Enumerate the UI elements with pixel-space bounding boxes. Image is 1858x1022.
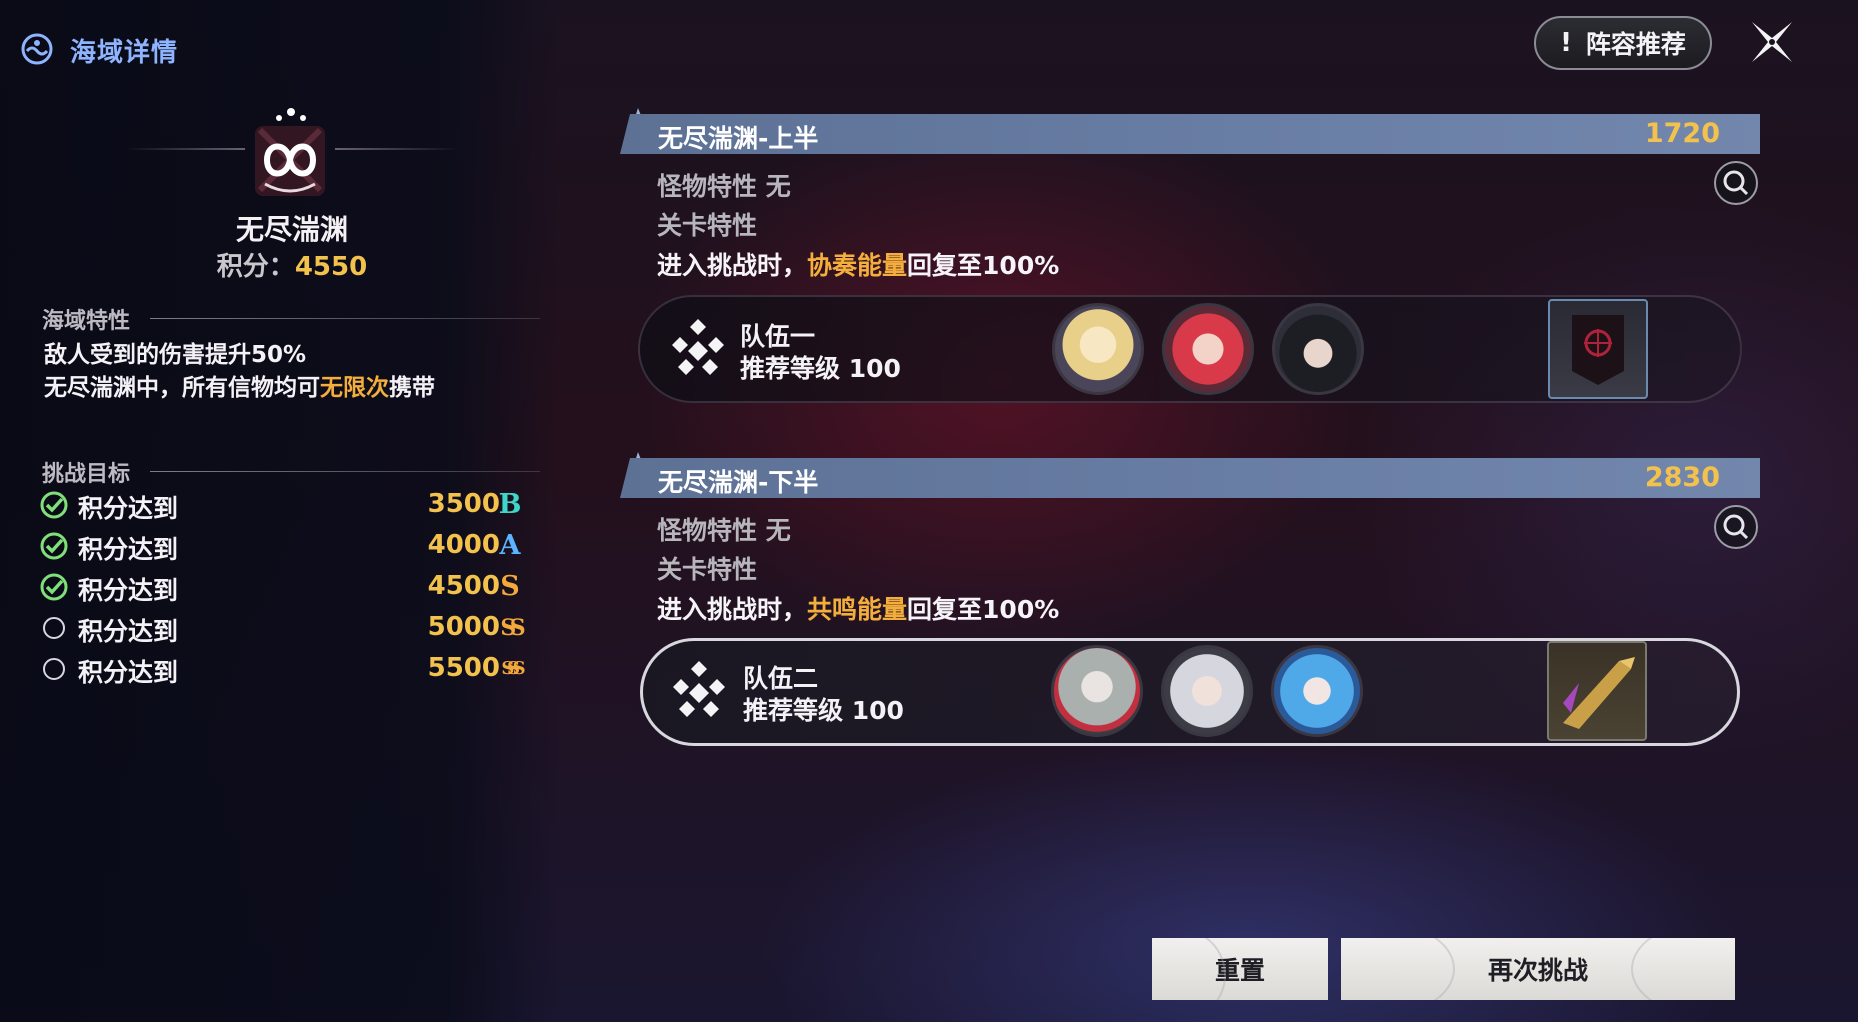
goal-value: 4000 (427, 530, 500, 560)
goals-divider (150, 471, 540, 472)
goal-row: 积分达到 3500 B (40, 487, 521, 523)
close-x-icon[interactable] (1748, 18, 1796, 66)
button-ornament (1631, 938, 1735, 1000)
stage-effect: 进入挑战时，共鸣能量回复至100% (657, 590, 1059, 626)
monster-trait-value: 无 (765, 516, 791, 545)
stage-name: 无尽湍渊-下半 (658, 468, 819, 497)
sea-traits-title: 海域特性 (42, 309, 131, 334)
team-name: 队伍二 (743, 664, 819, 693)
monster-trait-label: 怪物特性 (657, 172, 758, 201)
score-label: 积分： (216, 252, 295, 282)
monster-trait-row: 怪物特性 无 (657, 167, 791, 203)
silver-hair-avatar[interactable] (1161, 645, 1253, 737)
grade-s-icon: S (500, 571, 520, 602)
stage-score: 2830 (1644, 462, 1720, 493)
score-value: 4550 (294, 252, 368, 282)
stage-effect-highlight: 共鸣能量 (807, 595, 908, 624)
monster-trait-value: 无 (765, 172, 791, 201)
grade-ss-icon: SS (500, 615, 525, 641)
goal-row: 积分达到 4000 A (40, 528, 520, 564)
goal-row: 积分达到 5500 SSS (40, 651, 526, 687)
team-one-card[interactable]: 队伍一 推荐等级 100 (638, 295, 1742, 403)
check-circle-icon (40, 573, 68, 601)
empty-circle-icon (43, 617, 65, 639)
stage-name: 无尽湍渊-上半 (658, 124, 819, 153)
check-circle-icon (40, 491, 68, 519)
stage-effect-start: 进入挑战时， (657, 595, 808, 624)
stage-effect-highlight: 协奏能量 (807, 251, 908, 280)
sea-traits-divider (150, 318, 540, 319)
check-circle-icon (40, 532, 68, 560)
stage-trait-label: 关卡特性 (657, 211, 758, 240)
retry-label: 再次挑战 (1487, 956, 1588, 985)
team-two-card[interactable]: 队伍二 推荐等级 100 (640, 638, 1740, 746)
goal-row: 积分达到 4500 S (40, 569, 520, 605)
goal-value: 4500 (427, 571, 500, 601)
grade-a-icon: A (499, 530, 521, 561)
sea-trait-line-1: 敌人受到的伤害提升50% (44, 342, 307, 368)
infinity-anchor-emblem-icon (225, 102, 355, 202)
sea-region-icon (20, 32, 54, 66)
stage-effect-start: 进入挑战时， (657, 251, 808, 280)
grade-b-icon: B (498, 489, 522, 520)
grey-hair-avatar[interactable] (1051, 645, 1143, 737)
page-title: 海域详情 (70, 38, 179, 68)
formation-recommend-label: 阵容推荐 (1585, 30, 1686, 59)
button-ornament (1152, 938, 1226, 1000)
formation-recommend-button[interactable]: ! 阵容推荐 (1534, 16, 1712, 70)
grade-sss-icon: SSS (501, 658, 525, 679)
magnifier-icon[interactable] (1714, 161, 1758, 205)
abyss-name: 无尽湍渊 (235, 213, 348, 246)
goal-label: 积分达到 (78, 658, 179, 687)
stage-header-upper: 无尽湍渊-上半 1720 (620, 114, 1760, 154)
goal-label: 积分达到 (78, 617, 179, 646)
stage-effect-end: 回复至100% (907, 595, 1060, 624)
goal-value: 3500 (427, 489, 500, 519)
stage-trait-label: 关卡特性 (657, 555, 758, 584)
sea-trait-line-2-start: 无尽湍渊中，所有信物均可 (44, 375, 320, 401)
blue-hair-avatar[interactable] (1271, 645, 1363, 737)
blonde-flower-crown-avatar[interactable] (1052, 303, 1144, 395)
exclamation-icon: ! (1560, 28, 1572, 58)
sea-trait-line-2: 无尽湍渊中，所有信物均可无限次携带 (44, 368, 435, 402)
goal-label: 积分达到 (78, 576, 179, 605)
button-ornament (1341, 938, 1455, 1000)
golden-horn-relic-icon[interactable] (1547, 641, 1647, 741)
goal-value: 5000 (427, 612, 500, 642)
goal-label: 积分达到 (78, 535, 179, 564)
team-level: 推荐等级 100 (743, 696, 904, 725)
magnifier-icon[interactable] (1714, 505, 1758, 549)
team-name: 队伍一 (740, 322, 816, 351)
goal-label: 积分达到 (78, 494, 179, 523)
stage-effect-end: 回复至100% (907, 251, 1060, 280)
stage-effect: 进入挑战时，协奏能量回复至100% (657, 246, 1059, 282)
monster-trait-label: 怪物特性 (657, 516, 758, 545)
goal-value: 5500 (427, 653, 500, 683)
team-diamond-icon (666, 317, 730, 381)
team-level: 推荐等级 100 (740, 354, 901, 383)
dark-banner-relic-icon[interactable] (1548, 299, 1648, 399)
team-diamond-icon (667, 659, 731, 723)
total-score: 积分：4550 (0, 246, 584, 283)
sea-trait-line-2-end: 携带 (389, 375, 435, 401)
reset-button[interactable]: 重置 (1152, 938, 1328, 1000)
stage-score: 1720 (1644, 118, 1720, 149)
goal-row: 积分达到 5000 SS (40, 610, 526, 646)
goals-title: 挑战目标 (42, 462, 131, 487)
stage-header-lower: 无尽湍渊-下半 2830 (620, 458, 1760, 498)
sea-trait-highlight: 无限次 (320, 375, 389, 401)
empty-circle-icon (43, 658, 65, 680)
retry-challenge-button[interactable]: 再次挑战 (1341, 938, 1735, 1000)
monster-trait-row: 怪物特性 无 (657, 511, 791, 547)
red-horned-avatar[interactable] (1162, 303, 1254, 395)
black-hair-avatar[interactable] (1272, 303, 1364, 395)
